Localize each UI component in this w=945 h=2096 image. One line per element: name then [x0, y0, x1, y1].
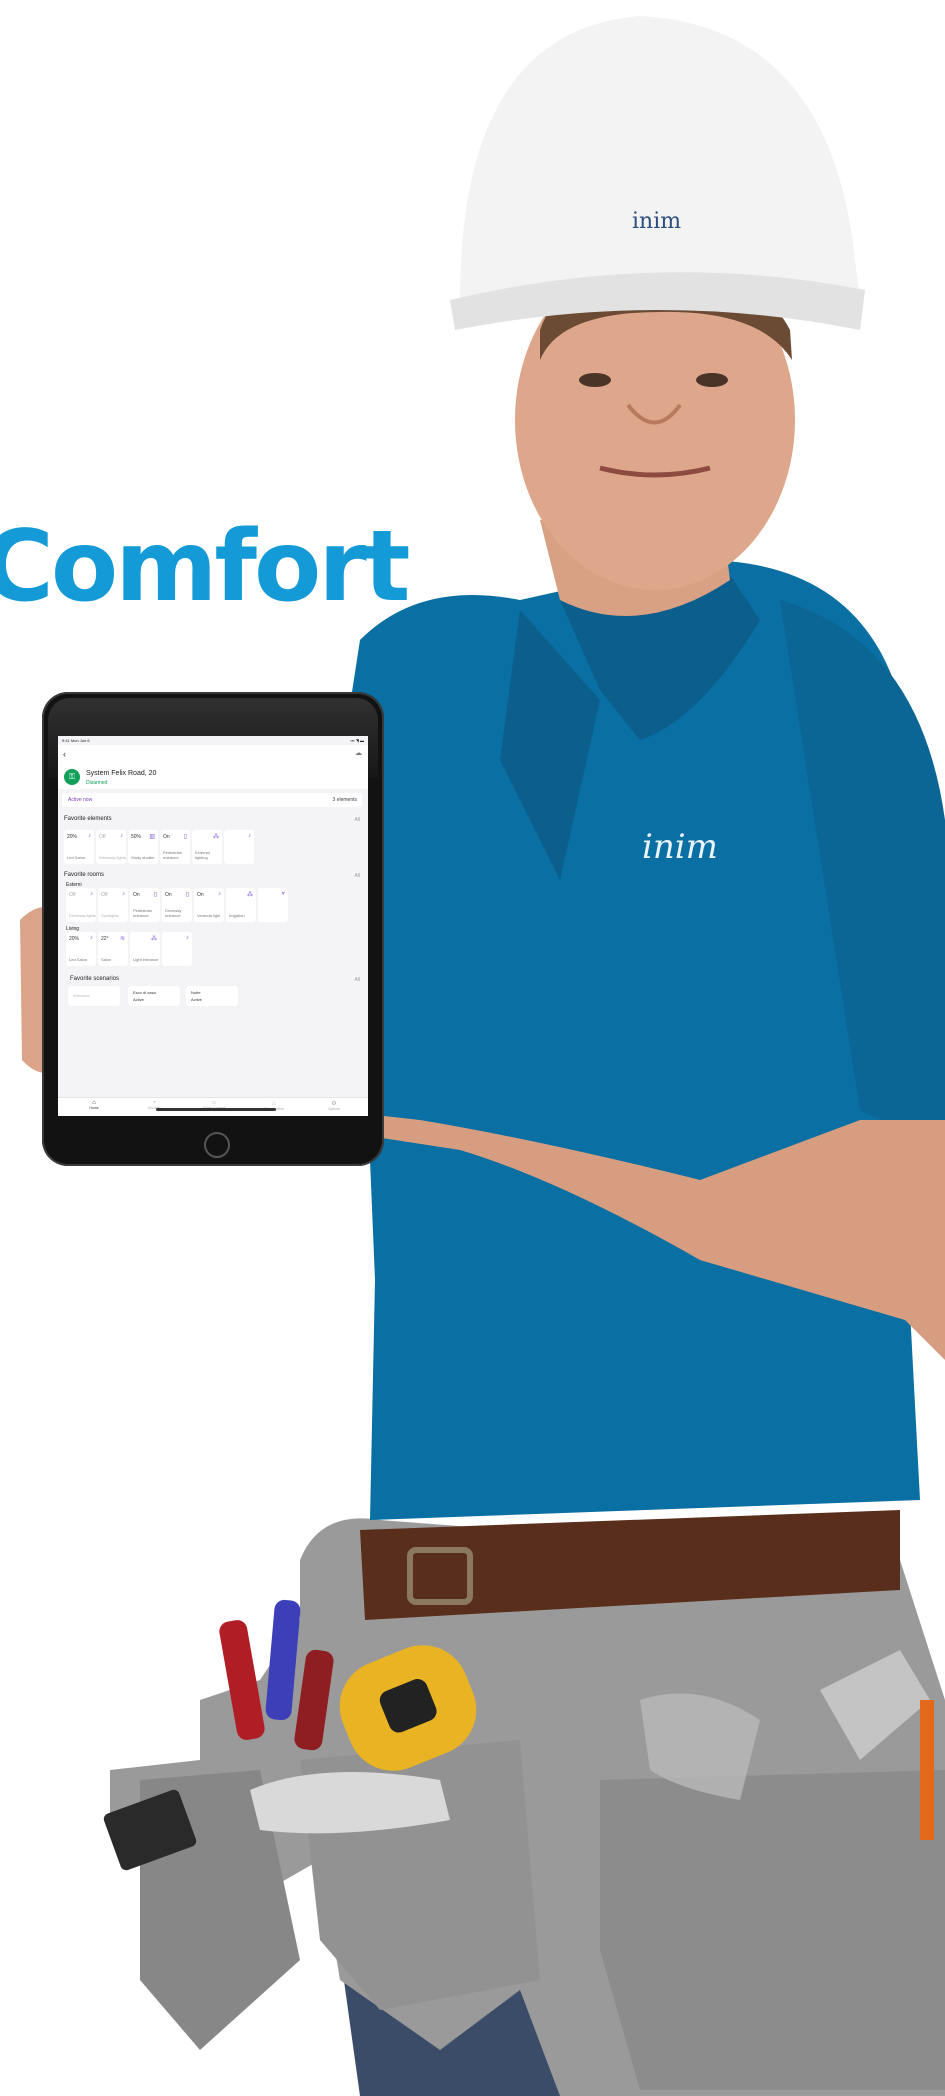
tile-device-icon: ♪ [90, 891, 93, 897]
favorite-tile[interactable]: 20% ♪ Led Salon [66, 932, 96, 966]
favorite-tile[interactable]: Off ♪ Spotlights [98, 888, 128, 922]
tile-name: Pedestrian entrance [133, 908, 153, 918]
tile-device-icon: ▯ [183, 834, 187, 840]
active-now-bar[interactable]: Active now 3 elements [62, 793, 362, 807]
favorite-tile[interactable]: 20% ♪ Led Salon [64, 830, 94, 864]
tile-name: Irrigation [229, 912, 245, 918]
tile-device-icon: ♪ [122, 891, 125, 897]
headline-comfort: Comfort [0, 510, 411, 624]
system-name: System Felix Road, 20 [86, 770, 157, 777]
status-bar: 9:41 Mon Jun 6 ▪▪▪ ◥ ▬ [62, 738, 364, 744]
lock-icon[interactable]: ⚿ [64, 769, 80, 785]
tile-value: Off [69, 892, 76, 898]
scenario-card[interactable]: Welcome [68, 986, 120, 1006]
tile-name: External lighting [195, 850, 210, 860]
tile-value: Off [99, 834, 106, 840]
active-count: 3 elements [332, 797, 357, 803]
tile-device-icon: ⁂ [151, 936, 157, 942]
tab-icon: ⚙ [331, 1101, 337, 1107]
favorite-tile[interactable]: On ♪ Veranda light [194, 888, 224, 922]
favorite-tile[interactable]: ⁂ External lighting [192, 830, 222, 864]
tile-device-icon: ♪ [218, 891, 221, 897]
tile-name: Salon [101, 956, 112, 962]
favorite-tile[interactable]: 50% ▥ Study shutter [128, 830, 158, 864]
tile-value: On [197, 892, 204, 898]
tile-device-icon: ▯ [185, 892, 189, 898]
helmet-logo: inim [632, 209, 681, 234]
tile-device-icon: ♪ [248, 833, 251, 839]
app-screen: 9:41 Mon Jun 6 ▪▪▪ ◥ ▬ ‹ ☁ ⚿ System Feli… [58, 736, 368, 1116]
tablet-home-indicator [156, 1108, 276, 1111]
scenario-card[interactable]: Notte Active [186, 986, 238, 1006]
favorite-tile[interactable]: Off ♪ Driveway lights [66, 888, 96, 922]
favorite-tile[interactable]: On ▯ Pedestrian entrance [130, 888, 160, 922]
favorite-rooms-title[interactable]: Favorite rooms [64, 872, 104, 878]
favorite-tile[interactable]: ♪ [162, 932, 192, 966]
favorite-elements-title[interactable]: Favorite elements [64, 816, 112, 822]
tile-name: Spotlights [101, 912, 119, 918]
tile-value: 22° [101, 936, 109, 942]
scenario-name: Notte [191, 990, 201, 995]
system-status: Disarmed [86, 780, 108, 786]
tile-value: Off [101, 892, 108, 898]
tile-name: Led Salon [67, 854, 86, 860]
bottom-tab-bar: ⌂Home◔Security⌂Home Comfort♨Climatisatio… [58, 1097, 368, 1116]
favorite-elements-all[interactable]: All [354, 817, 360, 823]
favorite-tile[interactable]: On ▯ Pedestrian entrance [160, 830, 190, 864]
favorite-tile[interactable]: Off ♪ Driveway lights [96, 830, 126, 864]
tile-name: Study shutter [131, 854, 155, 860]
tile-value: On [163, 834, 170, 840]
tile-name: Veranda light [197, 912, 221, 918]
tile-value: 20% [67, 834, 78, 840]
scenario-name: Esco di casa [133, 990, 156, 995]
favorite-tile[interactable]: ⁂ Irrigation [226, 888, 256, 922]
scenario-status: Active [133, 997, 144, 1002]
tile-name: Driveway lights [99, 854, 126, 860]
active-now-label: Active now [68, 797, 93, 803]
tile-value: 20% [69, 936, 80, 942]
scenario-name: Welcome [73, 993, 90, 998]
status-time: 9:41 Mon Jun 6 [62, 738, 90, 743]
favorite-tile[interactable]: ⩔ [258, 888, 288, 922]
tablet-home-button[interactable] [204, 1132, 230, 1158]
tile-device-icon: ♪ [186, 935, 189, 941]
tile-device-icon: ▥ [149, 834, 155, 840]
tile-device-icon: ♪ [88, 833, 91, 839]
tile-device-icon: ♪ [90, 935, 93, 941]
tile-name: Driveway entrance [165, 908, 182, 918]
tile-value: 50% [131, 834, 142, 840]
system-header: ‹ ☁ ⚿ System Felix Road, 20 Disarmed [58, 745, 368, 789]
tab-home[interactable]: ⌂ Home [74, 1100, 114, 1110]
favorite-tile[interactable]: ♪ [224, 830, 254, 864]
tile-device-icon: ⁂ [213, 834, 219, 840]
back-icon[interactable]: ‹ [63, 749, 66, 759]
tile-value: On [165, 892, 172, 898]
favorite-rooms-all[interactable]: All [354, 873, 360, 879]
tile-device-icon: ≋ [119, 936, 125, 942]
favorite-tile[interactable]: On ▯ Driveway entrance [162, 888, 192, 922]
tile-value: On [133, 892, 140, 898]
tile-name: Driveway lights [69, 912, 96, 918]
tile-device-icon: ♪ [120, 833, 123, 839]
favorite-tile[interactable]: 22° ≋ Salon [98, 932, 128, 966]
favorite-scenarios-all[interactable]: All [354, 977, 360, 983]
tile-device-icon: ⩔ [281, 891, 285, 897]
scenario-status: Active [191, 997, 202, 1002]
tile-device-icon: ▯ [153, 892, 157, 898]
shirt-logo: inim [642, 827, 718, 867]
scenario-card[interactable]: Esco di casa Active [128, 986, 180, 1006]
tablet-device: 9:41 Mon Jun 6 ▪▪▪ ◥ ▬ ‹ ☁ ⚿ System Feli… [42, 692, 384, 1166]
tile-name: Light entrance [133, 956, 159, 962]
tile-device-icon: ⁂ [247, 892, 253, 898]
favorite-scenarios-title[interactable]: Favorite scenarios [70, 976, 119, 982]
tab-label: Special [328, 1107, 340, 1111]
tile-name: Led Salon [69, 956, 88, 962]
tab-label: Home [89, 1106, 99, 1110]
favorite-tile[interactable]: ⁂ Light entrance [130, 932, 160, 966]
cloud-icon[interactable]: ☁ [355, 749, 362, 757]
tile-name: Pedestrian entrance [163, 850, 183, 860]
status-icons: ▪▪▪ ◥ ▬ [350, 738, 364, 743]
tab-icon: ♨ [271, 1101, 277, 1107]
tab-special[interactable]: ⚙ Special [314, 1100, 354, 1111]
